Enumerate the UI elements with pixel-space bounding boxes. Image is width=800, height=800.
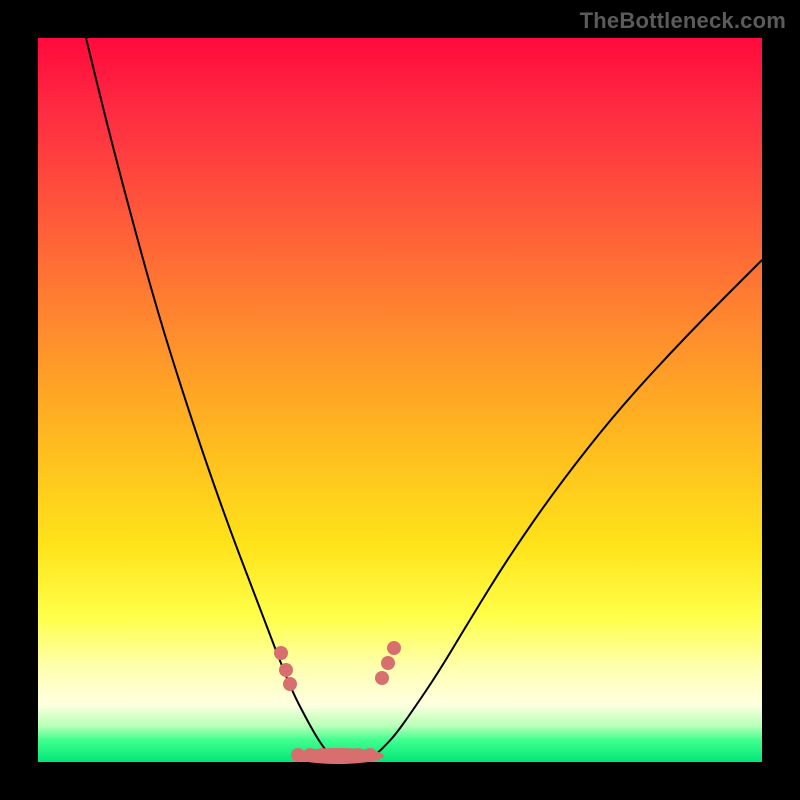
valley-dot: [283, 677, 297, 691]
curve-left-branch: [86, 38, 331, 756]
plot-area: [38, 38, 762, 762]
valley-dot: [279, 663, 293, 677]
valley-dot: [327, 748, 341, 762]
valley-dot: [274, 646, 288, 660]
valley-dot: [291, 748, 305, 762]
curve-right-branch: [374, 260, 762, 756]
valley-dot: [363, 748, 377, 762]
valley-dot: [315, 748, 329, 762]
valley-markers: [274, 641, 401, 764]
outer-frame: TheBottleneck.com: [0, 0, 800, 800]
valley-dot: [375, 671, 389, 685]
valley-dot: [303, 748, 317, 762]
curve-svg: [38, 38, 762, 762]
valley-dot: [351, 748, 365, 762]
valley-dot: [381, 656, 395, 670]
valley-dot: [339, 748, 353, 762]
watermark-text: TheBottleneck.com: [580, 8, 786, 34]
valley-dot: [387, 641, 401, 655]
